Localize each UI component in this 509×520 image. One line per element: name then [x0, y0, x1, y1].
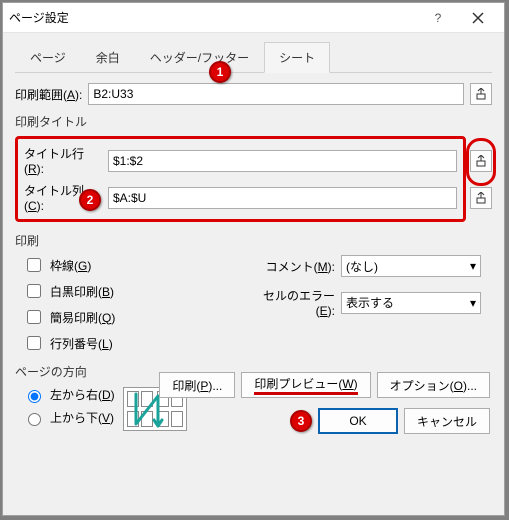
- title-rows-input[interactable]: [108, 150, 457, 172]
- page-setup-dialog: ページ設定 ? ページ 余白 ヘッダー/フッター シート 1 印刷範囲(A): …: [2, 2, 505, 516]
- close-button[interactable]: [458, 4, 498, 32]
- title-cols-input[interactable]: [108, 187, 457, 209]
- print-area-label: 印刷範囲(A):: [15, 86, 82, 103]
- print-button[interactable]: 印刷(P)...: [159, 372, 235, 398]
- cellerrors-label: セルのエラー(E):: [245, 287, 335, 318]
- print-section-label: 印刷: [15, 232, 492, 249]
- comments-select[interactable]: (なし)▾: [341, 255, 481, 277]
- tab-margins[interactable]: 余白: [81, 42, 135, 73]
- chevron-down-icon: ▾: [470, 296, 476, 310]
- comments-label: コメント(M):: [245, 258, 335, 275]
- print-area-input[interactable]: [88, 83, 464, 105]
- print-titles-redbox: タイトル行(R): タイトル列(C):: [15, 136, 466, 222]
- ok-button[interactable]: OK: [318, 408, 398, 434]
- callout-1: 1: [209, 61, 231, 83]
- titlebar: ページ設定 ?: [3, 3, 504, 33]
- options-button[interactable]: オプション(O)...: [377, 372, 490, 398]
- bw-checkbox[interactable]: 白黒印刷(B): [23, 281, 245, 301]
- tab-page[interactable]: ページ: [15, 42, 81, 73]
- print-area-refedit-button[interactable]: [470, 83, 492, 105]
- tab-header-footer[interactable]: ヘッダー/フッター: [135, 42, 264, 73]
- tab-sheet[interactable]: シート: [264, 42, 330, 73]
- window-title: ページ設定: [9, 9, 418, 26]
- help-button[interactable]: ?: [418, 4, 458, 32]
- draft-checkbox[interactable]: 簡易印刷(Q): [23, 307, 245, 327]
- callout-2: 2: [79, 189, 101, 211]
- order-lr-radio[interactable]: 左から右(D): [23, 386, 115, 403]
- print-area-row: 印刷範囲(A):: [15, 83, 492, 105]
- print-titles-label: 印刷タイトル: [15, 113, 492, 130]
- order-tb-radio[interactable]: 上から下(V): [23, 409, 115, 426]
- cellerrors-select[interactable]: 表示する▾: [341, 292, 481, 314]
- title-cols-refedit-button[interactable]: [470, 187, 492, 209]
- refedit-red-oval: [466, 138, 496, 186]
- rowcolhead-checkbox[interactable]: 行列番号(L): [23, 333, 245, 353]
- print-preview-button[interactable]: 印刷プレビュー(W): [241, 372, 370, 398]
- chevron-down-icon: ▾: [470, 259, 476, 273]
- gridlines-checkbox[interactable]: 枠線(G): [23, 255, 245, 275]
- title-rows-label: タイトル行(R):: [24, 145, 102, 176]
- callout-3: 3: [290, 410, 312, 432]
- tab-strip: ページ 余白 ヘッダー/フッター シート: [15, 41, 492, 73]
- cancel-button[interactable]: キャンセル: [404, 408, 490, 434]
